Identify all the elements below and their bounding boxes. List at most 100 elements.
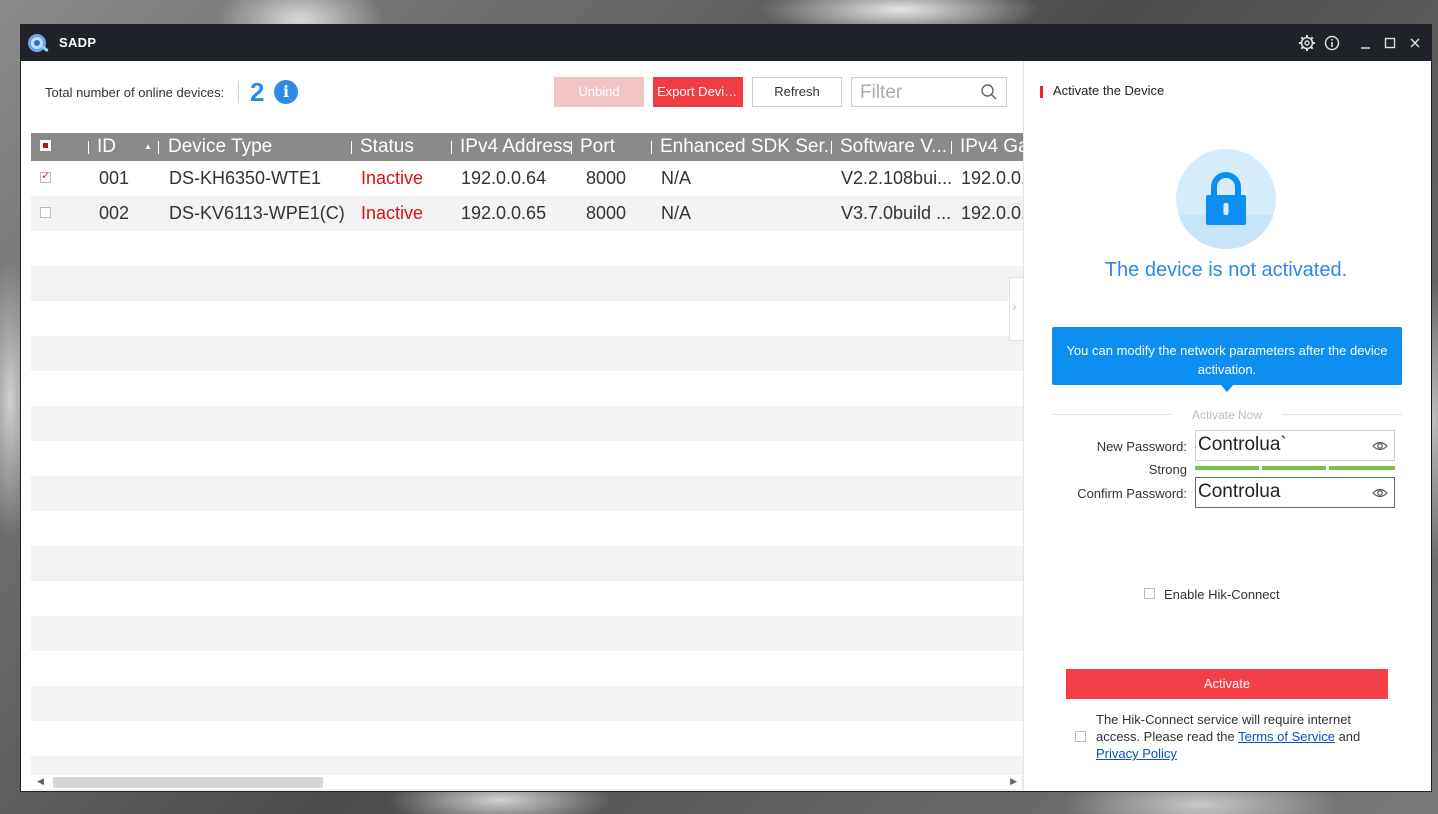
column-header-status[interactable]: Status [360,133,450,161]
divider [1052,414,1172,415]
column-separator [88,141,89,154]
column-header-software-version[interactable]: Software V... [840,133,952,161]
online-devices-label: Total number of online devices: [45,85,225,100]
empty-row [31,721,1023,756]
empty-row [31,231,1023,266]
search-icon[interactable] [980,83,998,101]
activate-button[interactable]: Activate [1066,669,1388,699]
empty-row [31,651,1023,686]
confirm-password-field[interactable] [1195,477,1395,508]
table-row[interactable]: 002 DS-KV6113-WPE1(C) Inactive 192.0.0.6… [31,196,1023,231]
hik-connect-checkbox[interactable] [1144,588,1155,599]
empty-row [31,406,1023,441]
scrollbar-thumb[interactable] [53,777,323,788]
cell-device-type: DS-KV6113-WPE1(C) [169,203,345,223]
strength-segment [1262,466,1326,470]
strength-segment [1195,466,1259,470]
terms-agree-checkbox[interactable] [1075,731,1086,742]
activate-now-label: Activate Now [1191,408,1263,422]
column-header-id[interactable]: ID [97,133,137,161]
new-password-input[interactable] [1198,434,1363,456]
title-bar[interactable]: SADP [21,25,1431,61]
hik-connect-label[interactable]: Enable Hik-Connect [1164,587,1280,602]
info-icon[interactable]: i [274,80,298,104]
cell-ipv4: 192.0.0.64 [461,168,547,188]
column-header-port[interactable]: Port [580,133,650,161]
empty-row [31,581,1023,616]
divider [1282,414,1402,415]
empty-row [31,336,1023,371]
activation-panel: Activate the Device The device is not ac… [1023,61,1431,791]
password-strength-label: Strong [1148,462,1187,477]
window-title: SADP [59,35,97,50]
about-icon[interactable] [1322,33,1342,53]
maximize-icon[interactable] [1380,33,1400,53]
cell-sdk: N/A [661,168,692,188]
cell-port: 8000 [586,203,627,223]
eye-icon[interactable] [1372,486,1388,498]
confirm-password-input[interactable] [1198,481,1363,503]
minimize-icon[interactable] [1356,33,1376,53]
cell-id: 002 [99,203,130,223]
empty-row [31,476,1023,511]
new-password-label: New Password: [1096,439,1187,454]
lock-icon [1176,149,1276,249]
gear-icon[interactable] [1297,33,1317,53]
cell-sdk: N/A [661,203,692,223]
hik-connect-notice: The Hik-Connect service will require int… [1096,711,1396,762]
privacy-policy-link[interactable]: Privacy Policy [1096,746,1177,761]
device-table: ID ▲ Device Type Status IPv4 Address Por… [31,133,1023,791]
cell-status: Inactive [361,203,424,223]
cell-device-type: DS-KH6350-WTE1 [169,168,322,188]
column-separator [651,141,652,154]
select-all-checkbox[interactable] [40,140,51,151]
cell-id: 001 [99,168,130,188]
empty-row [31,616,1023,651]
unbind-button[interactable]: Unbind [554,77,644,107]
refresh-button[interactable]: Refresh [752,77,842,107]
filter-input[interactable] [858,82,980,104]
scroll-right-icon[interactable]: ▶ [1010,776,1017,787]
new-password-field[interactable] [1195,430,1395,461]
sadp-logo-icon [25,31,51,55]
strength-segment [1329,466,1395,470]
chevron-right-icon: › [1012,298,1017,314]
password-strength-meter [1195,466,1395,470]
table-row[interactable]: 001 DS-KH6350-WTE1 Inactive 192.0.0.64 8… [31,161,1023,196]
sadp-window: SADP Total number of online devices: 2 i… [20,24,1432,792]
column-separator [158,141,159,154]
row-checkbox[interactable] [40,169,51,183]
cell-software-version: V3.7.0build ... [841,203,951,223]
filter-box[interactable] [851,77,1007,107]
online-devices-count: 2 [250,77,265,107]
table-header: ID ▲ Device Type Status IPv4 Address Por… [31,133,1023,161]
section-marker [1040,86,1043,98]
column-header-device-type[interactable]: Device Type [168,133,348,161]
terms-of-service-link[interactable]: Terms of Service [1238,729,1335,744]
empty-row [31,301,1023,336]
column-header-enhanced-sdk[interactable]: Enhanced SDK Ser... [660,133,832,161]
horizontal-scrollbar[interactable]: ◀ ▶ [31,775,1021,789]
column-separator [571,141,572,154]
empty-row [31,371,1023,406]
collapse-panel-handle[interactable]: › [1009,277,1023,341]
empty-row [31,546,1023,581]
cell-port: 8000 [586,168,627,188]
sort-ascending-icon[interactable]: ▲ [144,133,152,161]
cell-ipv4: 192.0.0.65 [461,203,547,223]
column-separator [831,141,832,154]
column-header-ipv4-address[interactable]: IPv4 Address [460,133,572,161]
export-devices-button[interactable]: Export Devic... [653,77,743,107]
cell-gateway: 192.0.0. [961,203,1023,223]
row-checkbox[interactable] [40,207,51,218]
cell-gateway: 192.0.0. [961,168,1023,188]
scroll-left-icon[interactable]: ◀ [37,776,44,787]
eye-icon[interactable] [1372,439,1388,451]
activation-status-text: The device is not activated. [1104,259,1348,281]
info-tooltip: You can modify the network parameters af… [1052,327,1402,385]
column-header-ipv4-gateway[interactable]: IPv4 Ga [960,133,1023,161]
confirm-password-label: Confirm Password: [1077,486,1187,501]
notice-and-text: and [1338,729,1361,744]
divider [238,81,239,103]
close-icon[interactable] [1405,33,1425,53]
